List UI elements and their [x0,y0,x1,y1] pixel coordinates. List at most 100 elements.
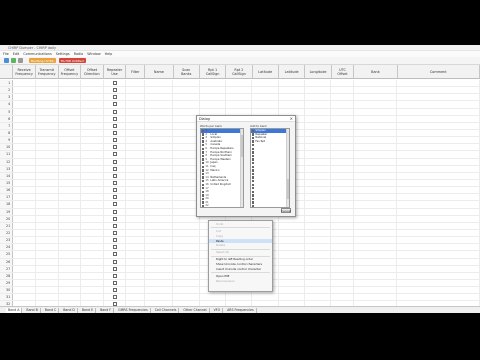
grid-cell[interactable] [305,101,332,108]
left-bank-list[interactable]: 1 2 Local 3 Simplex 4 Australia 5 Canada 6 Europe … [200,128,244,208]
grid-cell[interactable] [145,258,174,265]
grid-cell[interactable] [331,122,355,129]
grid-cell[interactable] [331,94,355,101]
grid-cell[interactable] [59,272,82,279]
grid-cell[interactable] [354,222,398,229]
grid-cell[interactable] [145,94,174,101]
grid-cell[interactable] [279,94,306,101]
grid-cell[interactable] [305,279,332,287]
grid-cell[interactable] [13,80,36,87]
item-checkbox[interactable] [202,140,205,143]
grid-cell[interactable] [145,179,174,187]
grid-cell[interactable] [226,87,253,94]
grid-cell[interactable] [279,108,306,115]
grid-cell[interactable] [81,279,104,287]
grid-cell[interactable] [13,172,36,179]
grid-cell[interactable] [59,258,82,265]
grid-cell[interactable] [81,137,104,144]
grid-cell[interactable] [104,279,127,287]
grid-cell[interactable] [397,208,480,215]
grid-cell[interactable] [59,222,82,229]
grid-cell[interactable] [104,115,127,122]
grid-cell[interactable] [59,172,82,179]
grid-cell[interactable] [354,265,398,272]
grid-cell[interactable] [59,215,82,222]
grid-cell[interactable] [354,251,398,258]
grid-cell[interactable] [145,201,174,208]
repeater-use-checkbox[interactable] [112,231,117,236]
grid-cell[interactable] [331,244,355,251]
grid-cell[interactable] [279,229,306,237]
grid-cell[interactable] [104,122,127,129]
grid-cell[interactable] [126,158,146,165]
item-checkbox[interactable] [202,151,205,154]
grid-cell[interactable] [145,129,174,137]
grid-cell[interactable] [354,108,398,115]
column-header[interactable]: Latitude [279,65,306,78]
repeater-use-checkbox[interactable] [112,159,117,164]
grid-cell[interactable] [59,265,82,272]
grid-cell[interactable] [36,94,59,101]
grid-cell[interactable] [226,294,253,301]
grid-cell[interactable] [13,129,36,137]
grid-cell[interactable] [305,172,332,179]
grid-cell[interactable] [305,87,332,94]
scroll-thumb[interactable] [241,135,243,157]
grid-cell[interactable] [397,265,480,272]
grid-cell[interactable] [331,222,355,229]
grid-cell[interactable] [173,80,200,87]
grid-cell[interactable] [397,251,480,258]
grid-cell[interactable] [81,258,104,265]
grid-cell[interactable] [36,194,59,201]
grid-cell[interactable] [331,137,355,144]
repeater-use-checkbox[interactable] [112,123,117,128]
grid-cell[interactable] [331,229,355,237]
grid-cell[interactable] [81,144,104,151]
repeater-use-checkbox[interactable] [112,131,117,136]
column-header[interactable]: Offset Frequency [59,65,82,78]
grid-cell[interactable] [354,194,398,201]
context-menu-item[interactable]: Insert Unicode control character [209,267,272,272]
grid-cell[interactable] [81,194,104,201]
grid-cell[interactable] [305,144,332,151]
grid-cell[interactable] [305,115,332,122]
sheet-tab[interactable]: ARS Frequencies [225,307,257,313]
grid-cell[interactable] [104,158,127,165]
grid-cell[interactable] [59,294,82,301]
grid-cell[interactable] [59,87,82,94]
grid-cell[interactable] [331,215,355,222]
grid-cell[interactable] [397,122,480,129]
grid-cell[interactable] [104,137,127,144]
grid-cell[interactable] [104,194,127,201]
grid-cell[interactable] [226,80,253,87]
grid-cell[interactable] [173,265,200,272]
grid-cell[interactable] [126,122,146,129]
grid-cell[interactable] [126,258,146,265]
grid-cell[interactable] [104,265,127,272]
grid-cell[interactable] [126,222,146,229]
grid-cell[interactable] [305,287,332,294]
grid-cell[interactable] [13,294,36,301]
grid-cell[interactable] [104,287,127,294]
grid-cell[interactable] [13,208,36,215]
grid-cell[interactable] [36,244,59,251]
grid-cell[interactable] [145,80,174,87]
grid-cell[interactable] [226,94,253,101]
grid-cell[interactable] [126,287,146,294]
item-checkbox[interactable] [202,158,205,161]
grid-cell[interactable] [200,87,227,94]
grid-cell[interactable] [126,137,146,144]
grid-cell[interactable] [13,187,36,194]
grid-cell[interactable] [145,215,174,222]
grid-cell[interactable] [145,229,174,237]
column-header[interactable]: Latitude [253,65,279,78]
grid-cell[interactable] [279,87,306,94]
grid-cell[interactable] [81,158,104,165]
column-header[interactable]: Filter [126,65,146,78]
grid-cell[interactable] [81,229,104,237]
item-checkbox[interactable] [202,176,205,179]
grid-cell[interactable] [13,194,36,201]
grid-cell[interactable] [173,222,200,229]
grid-cell[interactable] [200,108,227,115]
grid-cell[interactable] [331,294,355,301]
